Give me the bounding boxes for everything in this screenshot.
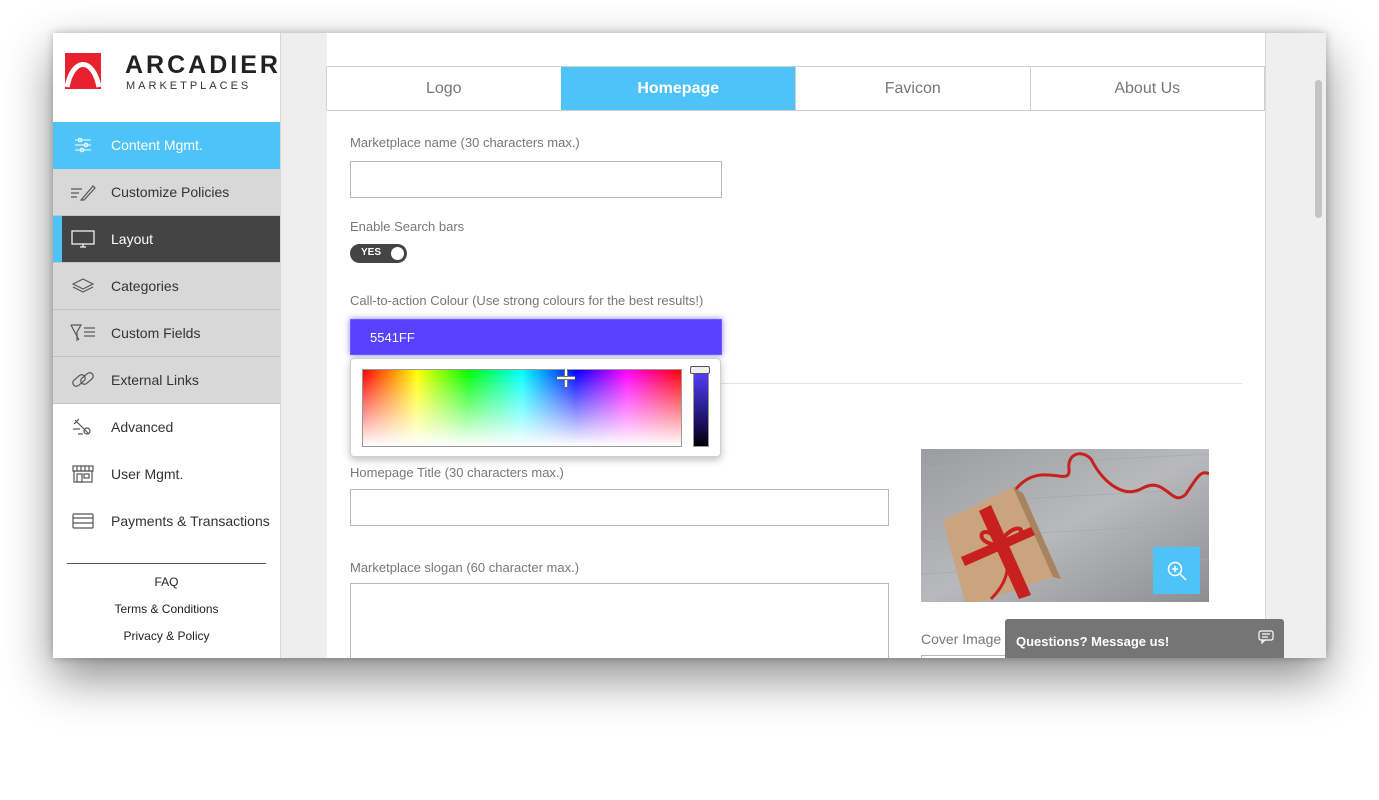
sliders-icon	[70, 134, 96, 156]
app-window: ARCADIER MARKETPLACES Content Mgmt. Cust…	[53, 33, 1326, 658]
tab-favicon[interactable]: Favicon	[795, 67, 1031, 110]
chat-widget[interactable]: Questions? Message us!	[1005, 619, 1284, 658]
sidebar-nav: Content Mgmt. Customize Policies Layout …	[53, 122, 280, 545]
homepage-title-label: Homepage Title (30 characters max.)	[350, 465, 564, 480]
brand-logo[interactable]: ARCADIER MARKETPLACES	[65, 51, 278, 97]
crosshair-icon[interactable]	[557, 369, 575, 387]
faq-link[interactable]: FAQ	[53, 574, 280, 601]
cta-colour-label: Call-to-action Colour (Use strong colour…	[350, 293, 704, 308]
sidebar-item-label: Payments & Transactions	[111, 513, 270, 529]
link-icon	[70, 369, 96, 391]
sidebar-item-label: Categories	[111, 278, 179, 294]
homepage-title-input[interactable]	[350, 489, 889, 526]
brand-tagline: MARKETPLACES	[126, 80, 252, 92]
colour-spectrum[interactable]	[362, 369, 682, 447]
search-bars-toggle[interactable]: YES	[350, 244, 407, 263]
zoom-in-icon	[1167, 561, 1187, 581]
colour-picker-popup	[350, 358, 721, 457]
slogan-label: Marketplace slogan (60 character max.)	[350, 560, 580, 575]
sidebar-item-user-mgmt[interactable]: User Mgmt.	[53, 451, 280, 498]
card-icon	[70, 510, 96, 532]
brand-name: ARCADIER	[125, 51, 281, 79]
sidebar-item-customize-policies[interactable]: Customize Policies	[53, 169, 280, 216]
sidebar-divider	[67, 563, 266, 564]
sidebar-item-label: External Links	[111, 372, 199, 388]
sidebar-item-label: Customize Policies	[111, 184, 230, 200]
tab-about-us[interactable]: About Us	[1029, 67, 1265, 110]
sidebar-item-content-mgmt[interactable]: Content Mgmt.	[53, 122, 280, 169]
cover-image-label: Cover Image	[921, 631, 1002, 647]
sidebar-item-label: Layout	[111, 231, 154, 247]
scrollbar-thumb[interactable]	[1315, 80, 1322, 218]
sidebar-item-categories[interactable]: Categories	[53, 263, 280, 310]
slider-handle[interactable]	[690, 366, 710, 374]
toggle-label: YES	[361, 247, 382, 258]
tab-homepage[interactable]: Homepage	[560, 67, 796, 110]
zoom-button[interactable]	[1153, 547, 1200, 594]
slogan-textarea[interactable]	[350, 583, 889, 658]
sidebar-item-label: User Mgmt.	[111, 466, 184, 482]
sidebar-item-custom-fields[interactable]: Custom Fields	[53, 310, 280, 357]
chat-label: Questions? Message us!	[1016, 634, 1170, 649]
cta-colour-input[interactable]: 5541FF	[350, 319, 722, 355]
layers-icon	[70, 275, 96, 297]
tools-icon	[70, 416, 96, 438]
tab-logo[interactable]: Logo	[326, 67, 562, 110]
pen-lines-icon	[70, 181, 96, 203]
arcadier-logo-icon	[65, 53, 101, 89]
sidebar-item-payments[interactable]: Payments & Transactions	[53, 498, 280, 545]
sidebar-footer-links: FAQ Terms & Conditions Privacy & Policy	[53, 574, 280, 655]
sidebar-item-advanced[interactable]: Advanced	[53, 404, 280, 451]
sidebar-item-label: Advanced	[111, 419, 174, 435]
search-bars-label: Enable Search bars	[350, 219, 465, 234]
toggle-knob	[391, 247, 404, 260]
marketplace-name-label: Marketplace name (30 characters max.)	[350, 135, 580, 150]
sidebar-item-label: Custom Fields	[111, 325, 201, 341]
chat-bubble-icon	[1258, 630, 1274, 644]
main-panel: Logo Homepage Favicon About Us Marketpla…	[326, 33, 1265, 658]
sidebar-item-label: Content Mgmt.	[111, 137, 203, 153]
sidebar-item-layout[interactable]: Layout	[53, 216, 280, 263]
brightness-slider[interactable]	[693, 369, 709, 447]
tab-bar: Logo Homepage Favicon About Us	[326, 66, 1265, 111]
storefront-icon	[70, 463, 96, 485]
funnel-lines-icon	[70, 322, 96, 344]
monitor-icon	[70, 228, 96, 250]
privacy-link[interactable]: Privacy & Policy	[53, 628, 280, 655]
marketplace-name-input[interactable]	[350, 161, 722, 198]
sidebar-item-external-links[interactable]: External Links	[53, 357, 280, 404]
terms-link[interactable]: Terms & Conditions	[53, 601, 280, 628]
sidebar: ARCADIER MARKETPLACES Content Mgmt. Cust…	[53, 33, 281, 658]
